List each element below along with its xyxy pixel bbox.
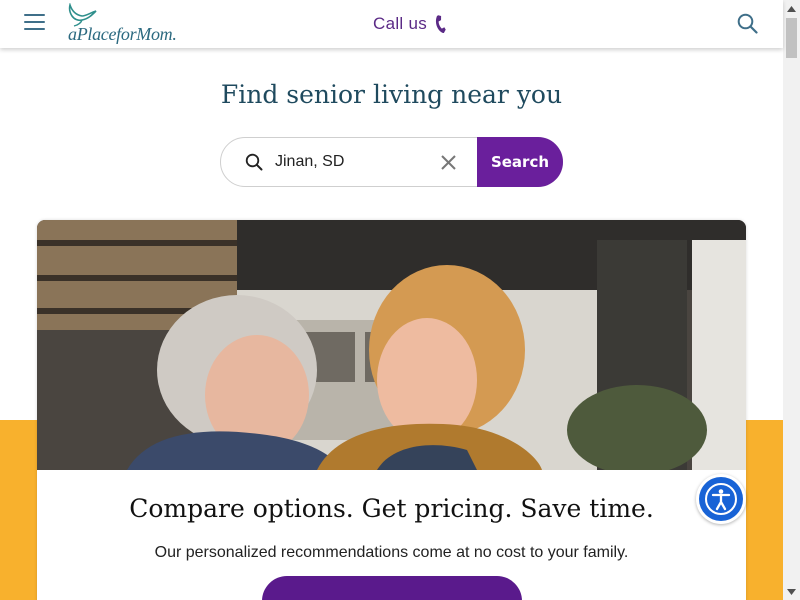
page-scrollbar[interactable]: [783, 0, 800, 600]
accessibility-icon: [699, 477, 743, 521]
scrollbar-thumb[interactable]: [786, 18, 797, 58]
location-search-input[interactable]: [275, 148, 425, 176]
phone-icon: [436, 15, 446, 33]
accessibility-button[interactable]: [696, 474, 746, 524]
site-header: aPlaceforMom. Call us: [0, 0, 783, 48]
site-logo[interactable]: aPlaceforMom.: [64, 2, 204, 46]
promo-card: Compare options. Get pricing. Save time.…: [37, 220, 746, 600]
clear-search-icon[interactable]: [440, 154, 457, 171]
card-subtitle: Our personalized recommendations come at…: [154, 544, 629, 561]
call-us-link[interactable]: Call us: [373, 12, 447, 36]
call-us-label: Call us: [373, 14, 428, 33]
page-headline: Find senior living near you: [220, 80, 563, 109]
hero-photo-two-women: [37, 220, 746, 470]
card-title: Compare options. Get pricing. Save time.: [129, 494, 654, 523]
search-icon[interactable]: [737, 13, 758, 34]
scroll-up-arrow-icon[interactable]: [783, 0, 800, 17]
hamburger-menu-icon[interactable]: [24, 14, 45, 31]
scroll-down-arrow-icon[interactable]: [783, 583, 800, 600]
care-quiz-button[interactable]: Take our care quiz: [262, 576, 522, 600]
search-input-icon: [245, 153, 263, 171]
logo-wordmark: aPlaceforMom.: [68, 24, 177, 44]
search-button[interactable]: Search: [477, 137, 563, 187]
